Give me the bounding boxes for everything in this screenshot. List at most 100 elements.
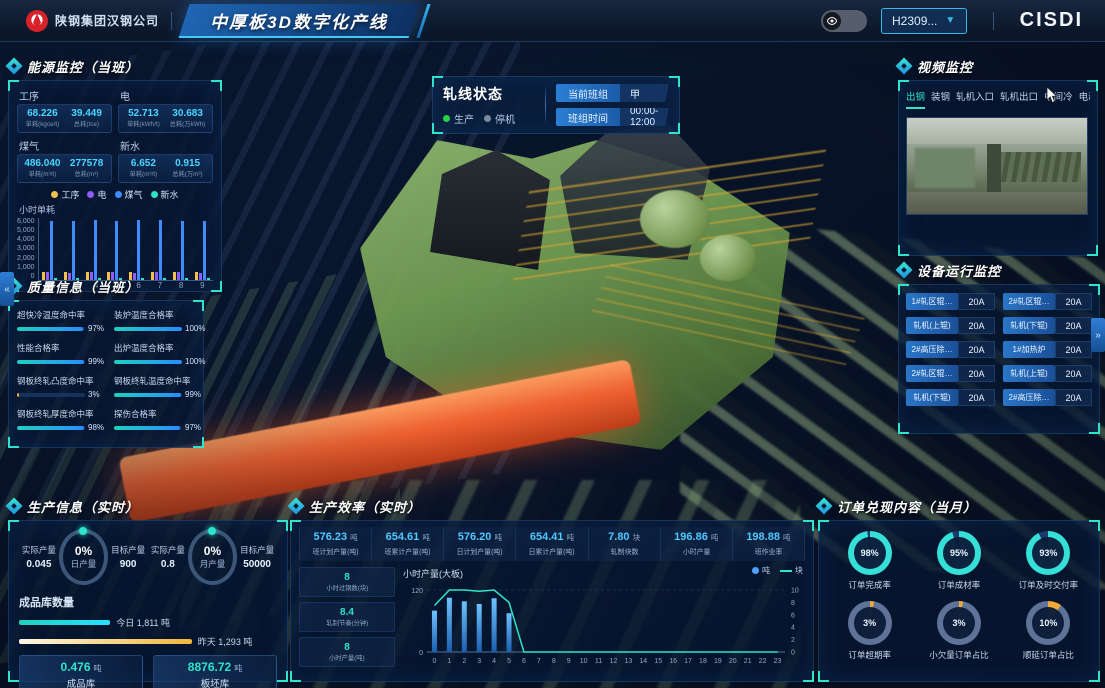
svg-text:9: 9 (567, 658, 571, 665)
device-label[interactable]: 2#轧区辊… (906, 365, 958, 382)
device-label[interactable]: 2#高压除… (906, 341, 958, 358)
side-card-label: 小时产量(吨) (329, 653, 365, 662)
collapse-left-tab[interactable]: « (0, 272, 14, 306)
donut-hole: 3% (943, 607, 975, 639)
energy-panel: 能源监控（当班） 工序68.226单耗(kgce/t)39.449总耗(tce)… (8, 56, 222, 292)
header-divider (171, 12, 172, 30)
energy-stat-label: 单耗(m³/t) (24, 170, 61, 179)
device-label[interactable]: 1#轧区辊… (906, 293, 958, 310)
stock-card-板坯库[interactable]: 8876.72吨板坯库 (153, 655, 277, 688)
energy-group: 煤气486.040单耗(m³/t)277578总耗(m³) (17, 137, 112, 183)
svg-text:15: 15 (654, 658, 662, 665)
device-label[interactable]: 轧机(上辊) (1003, 365, 1055, 382)
energy-group: 新水6.652单耗(m³/t)0.915总耗(万m³) (118, 137, 213, 183)
donut-gauge: 95% (937, 531, 981, 575)
camera-feed-detail (907, 118, 1087, 144)
quality-item: 钢板终轧温度命中率99% (114, 375, 205, 399)
stock-card-成品库[interactable]: 0.476吨成品库 (19, 655, 143, 688)
quality-bar-track (17, 327, 85, 331)
month-output-gauge: 0%月产量 (188, 529, 237, 585)
energy-stat: 68.226单耗(kgce/t) (22, 108, 63, 129)
y-tick: 2,000 (17, 255, 35, 262)
device-value: 20A (958, 317, 995, 334)
quality-item-value: 97% (88, 324, 104, 333)
y-tick: 5,000 (17, 227, 35, 234)
device-row: 1#加热炉20A (1003, 341, 1092, 358)
camera-feed[interactable] (906, 117, 1088, 215)
panel-diamond-icon (8, 60, 20, 72)
energy-group-name: 煤气 (19, 138, 112, 153)
order-donut-顺延订单占比: 10%顺延订单占比 (1006, 601, 1091, 661)
panel-diamond-icon (290, 500, 302, 512)
collapse-right-tab[interactable]: » (1091, 318, 1105, 352)
legend-line-icon (780, 570, 792, 572)
video-tab-出钢[interactable]: 出钢 (906, 89, 925, 109)
energy-group-name: 工序 (19, 88, 112, 103)
svg-text:4: 4 (791, 625, 795, 632)
quality-item-label: 钢板终轧厚度命中率 (17, 408, 104, 420)
efficiency-side-card: 8.4轧制节奏(分钟) (299, 602, 395, 632)
device-value: 20A (1055, 341, 1092, 358)
device-label[interactable]: 2#高压除… (1003, 389, 1055, 406)
legend-dot-icon (87, 191, 94, 198)
energy-stat-value: 30.683 (167, 108, 208, 119)
visibility-toggle[interactable] (821, 10, 867, 32)
quality-bar-fill (114, 393, 181, 397)
quality-item-label: 超快冷温度命中率 (17, 309, 104, 321)
bar-group (151, 220, 166, 280)
device-row: 2#轧区辊…20A (906, 365, 995, 382)
header-divider-2 (993, 12, 994, 30)
energy-group: 工序 68.226单耗(kgce/t)39.449总耗(tce) (17, 87, 112, 133)
side-card-label: 小时过钢数(块) (326, 583, 368, 592)
svg-text:0: 0 (419, 650, 423, 657)
stock-card-label: 板坯库 (201, 676, 230, 688)
video-tab-装钢[interactable]: 装钢 (931, 89, 950, 109)
quality-item-value: 100% (185, 357, 205, 366)
svg-text:7: 7 (537, 658, 541, 665)
quality-bar: 98% (17, 423, 104, 432)
video-tab-轧机入口[interactable]: 轧机入口 (956, 89, 994, 109)
production-panel: 生产信息（实时） 实际产量0.045 0%日产量 目标产量900 实际产量0.8… (8, 496, 288, 682)
device-label[interactable]: 轧机(上辊) (906, 317, 958, 334)
energy-stat: 39.449总耗(tce) (66, 108, 107, 129)
donut-hole: 10% (1032, 607, 1064, 639)
quality-item-value: 100% (185, 324, 205, 333)
video-tab-轧机出口[interactable]: 轧机出口 (1000, 89, 1038, 109)
device-label[interactable]: 2#轧区辊… (1003, 293, 1055, 310)
device-value: 20A (958, 389, 995, 406)
device-label[interactable]: 1#加热炉 (1003, 341, 1055, 358)
svg-text:16: 16 (669, 658, 677, 665)
donut-value: 10% (1039, 618, 1057, 628)
chevron-down-icon: ▼ (945, 15, 955, 26)
line-status-divider (545, 85, 546, 125)
quality-item-value: 3% (88, 390, 100, 399)
shift-value: 甲 (620, 84, 669, 102)
energy-group-box: 52.713单耗(kWh/t)30.683总耗(万kWh) (118, 104, 213, 133)
y-tick: 6,000 (17, 218, 35, 225)
bar-煤气 (72, 221, 75, 280)
device-value: 20A (1055, 317, 1092, 334)
svg-text:4: 4 (492, 658, 496, 665)
efficiency-card-label: 班作业率 (738, 546, 800, 556)
bar-group (107, 221, 122, 281)
svg-text:120: 120 (411, 588, 423, 595)
quality-item-label: 探伤合格率 (114, 408, 205, 420)
hour-chart-legend-块: 块 (780, 565, 803, 576)
donut-gauge: 98% (848, 531, 892, 575)
energy-stat-value: 6.652 (123, 158, 164, 169)
bar-煤气 (181, 221, 184, 280)
video-tab-电动辊[interactable]: 电动辊 (1079, 89, 1090, 109)
device-dropdown[interactable]: H2309... ▼ (881, 8, 967, 34)
legend-stopped: 停机 (484, 111, 515, 126)
energy-stat-label: 单耗(kgce/t) (24, 120, 61, 129)
device-label[interactable]: 轧机(下辊) (906, 389, 958, 406)
device-row: 轧机(上辊)20A (906, 317, 995, 334)
efficiency-card: 654.61 吨班累计产量(吨) (372, 527, 444, 561)
efficiency-card: 576.20 吨日计划产量(吨) (444, 527, 516, 561)
device-label[interactable]: 轧机(下辊) (1003, 317, 1055, 334)
quality-item: 探伤合格率97% (114, 408, 205, 432)
camera-feed-detail (907, 192, 1087, 214)
energy-group-box: 486.040单耗(m³/t)277578总耗(m³) (17, 154, 112, 183)
company-logo: 陕钢集团汉钢公司 (26, 10, 159, 32)
energy-stat: 0.915总耗(万m³) (167, 158, 208, 179)
